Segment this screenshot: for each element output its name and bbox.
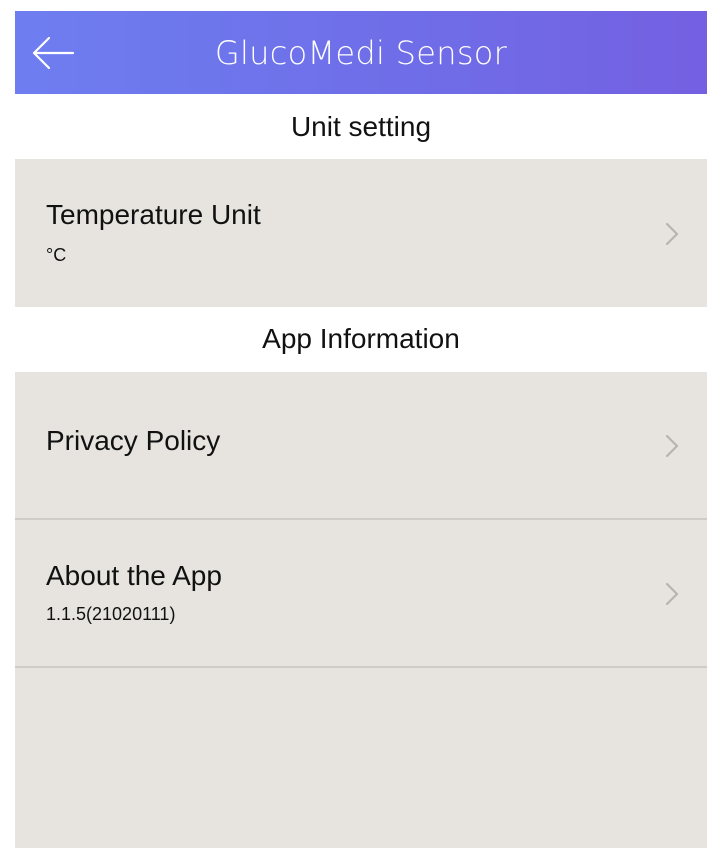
app-information-list: Privacy Policy About the App 1.1.5(21020… <box>15 372 707 848</box>
settings-screen: GlucoMedi Sensor Unit setting Temperatur… <box>0 0 714 848</box>
temperature-unit-row[interactable]: Temperature Unit °C <box>15 159 707 307</box>
unit-setting-list: Temperature Unit °C <box>15 159 707 307</box>
about-the-app-row[interactable]: About the App 1.1.5(21020111) <box>15 520 707 666</box>
privacy-policy-row[interactable]: Privacy Policy <box>15 372 707 518</box>
chevron-right-icon <box>665 582 679 606</box>
section-title-app-information: App Information <box>262 323 460 354</box>
page-title: GlucoMedi Sensor <box>214 33 508 72</box>
section-title-unit-setting: Unit setting <box>290 111 432 142</box>
app-header: GlucoMedi Sensor <box>15 11 707 94</box>
temperature-unit-label: Temperature Unit <box>46 199 261 230</box>
chevron-right-icon <box>665 222 679 246</box>
app-version: 1.1.5(21020111) <box>46 604 176 624</box>
about-the-app-label: About the App <box>46 560 222 591</box>
chevron-right-icon <box>665 434 679 458</box>
back-button[interactable] <box>29 31 77 75</box>
row-divider <box>15 666 707 668</box>
arrow-left-icon <box>32 36 75 70</box>
privacy-policy-label: Privacy Policy <box>46 425 221 456</box>
temperature-unit-value: °C <box>46 245 67 265</box>
